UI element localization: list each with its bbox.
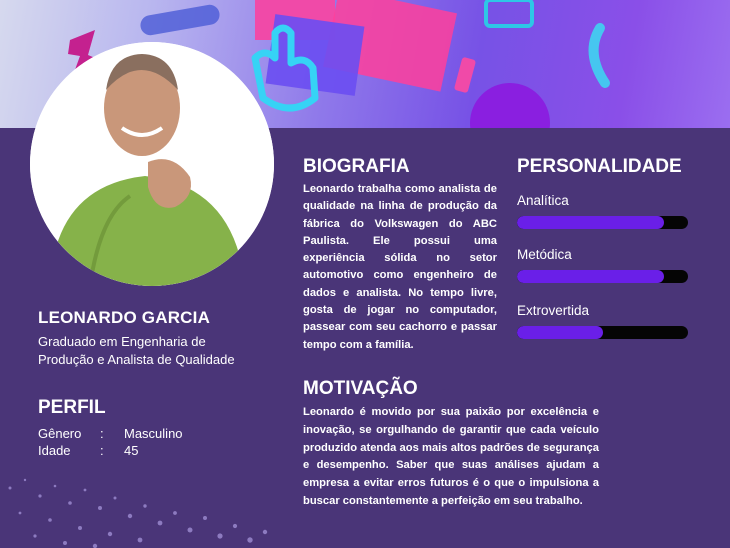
trait-bar-fill bbox=[517, 216, 665, 229]
biografia-title: BIOGRAFIA bbox=[303, 156, 410, 177]
perfil-info: Gênero : Masculino Idade : 45 bbox=[38, 425, 183, 459]
trait-bar bbox=[517, 216, 688, 229]
person-name: LEONARDO GARCIA bbox=[38, 308, 211, 327]
person-portrait-icon bbox=[30, 42, 274, 286]
perfil-value: Masculino bbox=[124, 426, 183, 441]
perfil-title: PERFIL bbox=[38, 397, 106, 418]
profile-photo bbox=[30, 42, 274, 286]
motivacao-text: Leonardo é movido por sua paixão por exc… bbox=[303, 406, 599, 507]
decorative-dots-icon bbox=[8, 478, 268, 548]
perfil-row-age: Idade : 45 bbox=[38, 442, 183, 459]
perfil-label: Gênero bbox=[38, 426, 82, 441]
person-subtitle: Graduado em Engenharia de Produção e Ana… bbox=[38, 334, 235, 367]
trait-label: Metódica bbox=[517, 247, 572, 262]
perfil-separator: : bbox=[100, 426, 104, 441]
trait-bar-fill bbox=[517, 270, 665, 283]
trait-label: Analítica bbox=[517, 193, 569, 208]
trait-bar-fill bbox=[517, 326, 603, 339]
perfil-row-gender: Gênero : Masculino bbox=[38, 425, 183, 442]
perfil-label: Idade bbox=[38, 443, 71, 458]
trait-label: Extrovertida bbox=[517, 303, 590, 318]
trait-bar bbox=[517, 270, 688, 283]
personalidade-title: PERSONALIDADE bbox=[517, 156, 682, 177]
motivacao-title: MOTIVAÇÃO bbox=[303, 378, 418, 399]
perfil-separator: : bbox=[100, 443, 104, 458]
perfil-value: 45 bbox=[124, 443, 139, 458]
biografia-text: Leonardo trabalha como analista de quali… bbox=[303, 183, 497, 351]
trait-bar bbox=[517, 326, 688, 339]
